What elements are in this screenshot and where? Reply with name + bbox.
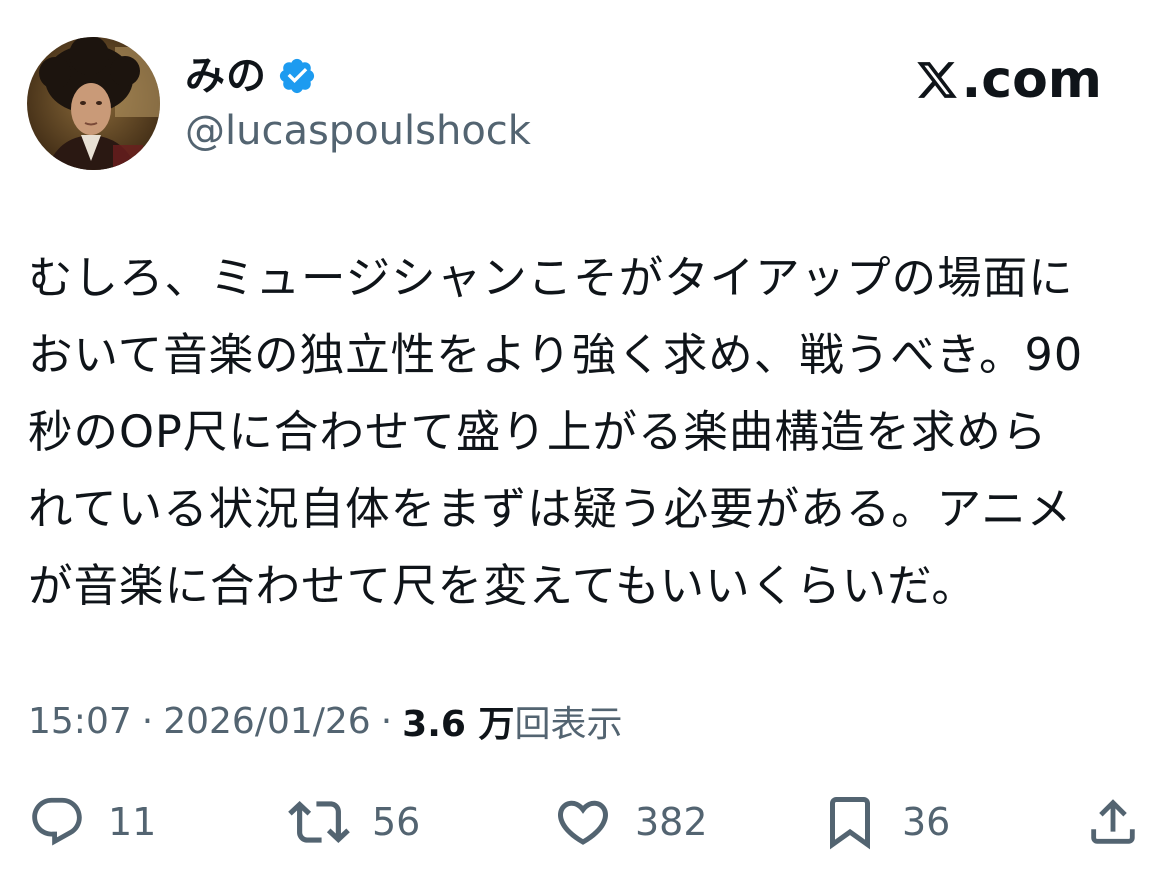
display-name[interactable]: みの	[185, 56, 267, 96]
views-label: 回表示	[514, 704, 623, 745]
share-button[interactable]	[1084, 790, 1142, 854]
display-name-row[interactable]: みの	[185, 48, 317, 104]
tweet-time[interactable]: 15:07	[28, 701, 132, 742]
meta-separator: ·	[380, 700, 393, 742]
meta-separator: ·	[141, 700, 154, 742]
avatar[interactable]	[27, 37, 160, 170]
tweet-actions: 11 56 382 36	[0, 790, 1170, 854]
heart-icon	[557, 800, 609, 845]
tweet-meta: 15:07 · 2026/01/26 · 3.6 万 回表示	[28, 696, 622, 746]
x-logo-icon	[916, 62, 957, 98]
retweet-button[interactable]: 56	[288, 790, 420, 854]
user-handle[interactable]: @lucaspoulshock	[185, 106, 531, 156]
bookmark-button[interactable]: 36	[820, 790, 950, 854]
bookmark-icon	[830, 797, 870, 850]
tweet-text: むしろ、ミュージシャンこそがタイアップの場面に おいて音楽の独立性をより強く求め…	[28, 253, 1084, 612]
retweet-count: 56	[372, 800, 421, 844]
reply-icon	[32, 797, 82, 846]
like-count: 382	[635, 800, 708, 844]
reply-count: 11	[108, 800, 157, 844]
share-icon	[1091, 799, 1135, 844]
views-count: 3.6 万	[402, 704, 515, 745]
verified-badge-icon	[279, 58, 315, 94]
x-com-brand: .com	[914, 50, 1103, 110]
brand-text: .com	[961, 50, 1103, 110]
like-button[interactable]: 382	[553, 790, 708, 854]
reply-button[interactable]: 11	[28, 790, 156, 854]
tweet-date[interactable]: 2026/01/26	[163, 701, 371, 742]
bookmark-count: 36	[902, 800, 951, 844]
retweet-icon	[288, 801, 350, 843]
